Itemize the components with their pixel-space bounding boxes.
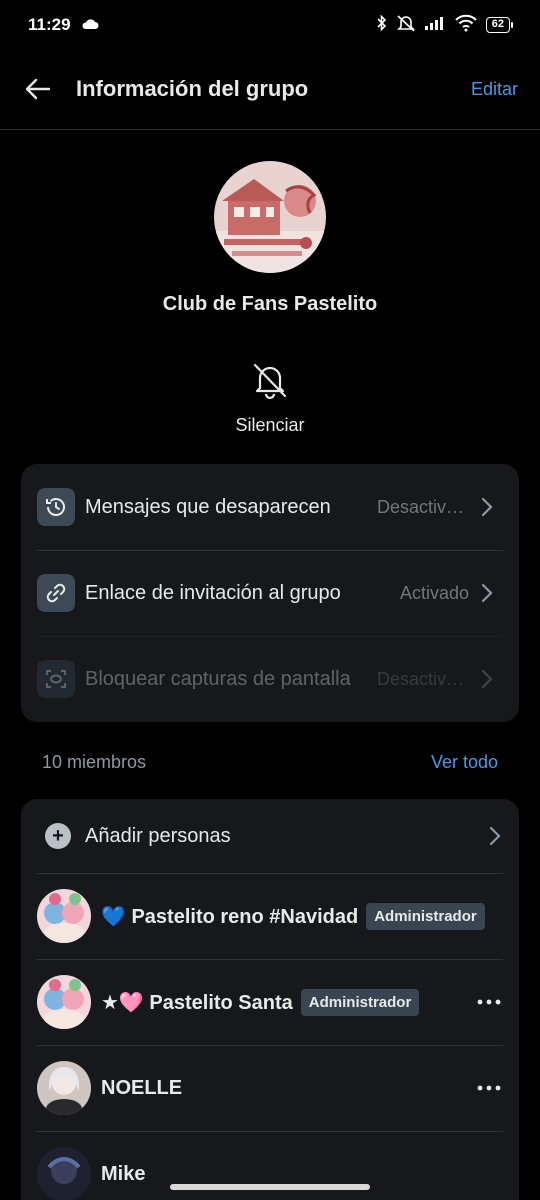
setting-value: Desactivado bbox=[377, 668, 469, 689]
see-all-link[interactable]: Ver todo bbox=[431, 752, 498, 773]
group-name: Club de Fans Pastelito bbox=[162, 293, 378, 315]
chevron-right-icon bbox=[479, 496, 495, 518]
edit-button[interactable]: Editar bbox=[471, 79, 518, 100]
member-name: ★🩷 Pastelito Santa bbox=[101, 991, 293, 1014]
setting-value: Desactivado bbox=[377, 496, 469, 517]
timer-history-icon bbox=[37, 488, 75, 526]
member-row[interactable]: NOELLE bbox=[21, 1045, 519, 1131]
setting-label: Enlace de invitación al grupo bbox=[85, 581, 341, 604]
back-arrow-icon[interactable] bbox=[24, 75, 52, 103]
admin-badge: Administrador bbox=[300, 988, 420, 1016]
avatar[interactable] bbox=[37, 1147, 91, 1200]
silent-icon bbox=[396, 14, 416, 37]
group-avatar[interactable] bbox=[214, 161, 326, 273]
member-row[interactable]: ★🩷 Pastelito Santa Administrador bbox=[21, 959, 519, 1045]
chevron-right-icon bbox=[479, 582, 495, 604]
member-name: Mike bbox=[101, 1162, 146, 1185]
battery-indicator: 62 bbox=[485, 17, 514, 33]
add-people-button[interactable]: + Añadir personas bbox=[21, 799, 519, 873]
member-row[interactable]: 💙 Pastelito reno #Navidad Administrador bbox=[21, 873, 519, 959]
bell-off-icon bbox=[250, 360, 290, 405]
members-card: + Añadir personas 💙 Pastelito reno #Navi… bbox=[21, 799, 519, 1200]
plus-circle-icon: + bbox=[45, 823, 71, 849]
signal-icon bbox=[424, 15, 446, 36]
setting-block-screenshots: Bloquear capturas de pantalla Desactivad… bbox=[21, 636, 519, 722]
setting-invite-link[interactable]: Enlace de invitación al grupo Activado bbox=[21, 550, 519, 636]
setting-label: Mensajes que desaparecen bbox=[85, 495, 331, 518]
avatar[interactable] bbox=[37, 1061, 91, 1115]
avatar[interactable] bbox=[37, 975, 91, 1029]
member-name: 💙 Pastelito reno #Navidad bbox=[101, 905, 359, 928]
home-indicator[interactable] bbox=[170, 1184, 370, 1190]
members-count: 10 miembros bbox=[42, 752, 147, 772]
member-name: NOELLE bbox=[101, 1076, 183, 1099]
settings-card: Mensajes que desaparecen Desactivado Enl… bbox=[21, 464, 519, 722]
setting-disappearing-messages[interactable]: Mensajes que desaparecen Desactivado bbox=[21, 464, 519, 550]
mute-label: Silenciar bbox=[235, 415, 305, 435]
page-title: Información del grupo bbox=[76, 76, 309, 101]
setting-value: Activado bbox=[399, 582, 469, 603]
wifi-icon bbox=[454, 14, 478, 37]
status-time: 11:29 bbox=[28, 15, 71, 34]
chevron-right-icon bbox=[479, 668, 495, 690]
mute-button[interactable]: Silenciar bbox=[220, 360, 320, 440]
add-people-label: Añadir personas bbox=[85, 824, 231, 847]
chevron-right-icon bbox=[487, 825, 503, 847]
admin-badge: Administrador bbox=[366, 902, 485, 930]
avatar[interactable] bbox=[37, 889, 91, 943]
link-icon bbox=[37, 574, 75, 612]
cloud-icon bbox=[81, 15, 99, 35]
screenshot-icon bbox=[37, 660, 75, 698]
app-bar: Información del grupo Editar bbox=[0, 60, 540, 118]
more-options-icon[interactable] bbox=[475, 992, 503, 1012]
members-header: 10 miembros Ver todo bbox=[42, 752, 498, 773]
header-divider bbox=[0, 129, 540, 130]
more-options-icon[interactable] bbox=[475, 1078, 503, 1098]
status-bar: 11:29 62 bbox=[0, 0, 540, 50]
setting-label: Bloquear capturas de pantalla bbox=[85, 667, 351, 690]
bluetooth-icon bbox=[376, 14, 388, 37]
